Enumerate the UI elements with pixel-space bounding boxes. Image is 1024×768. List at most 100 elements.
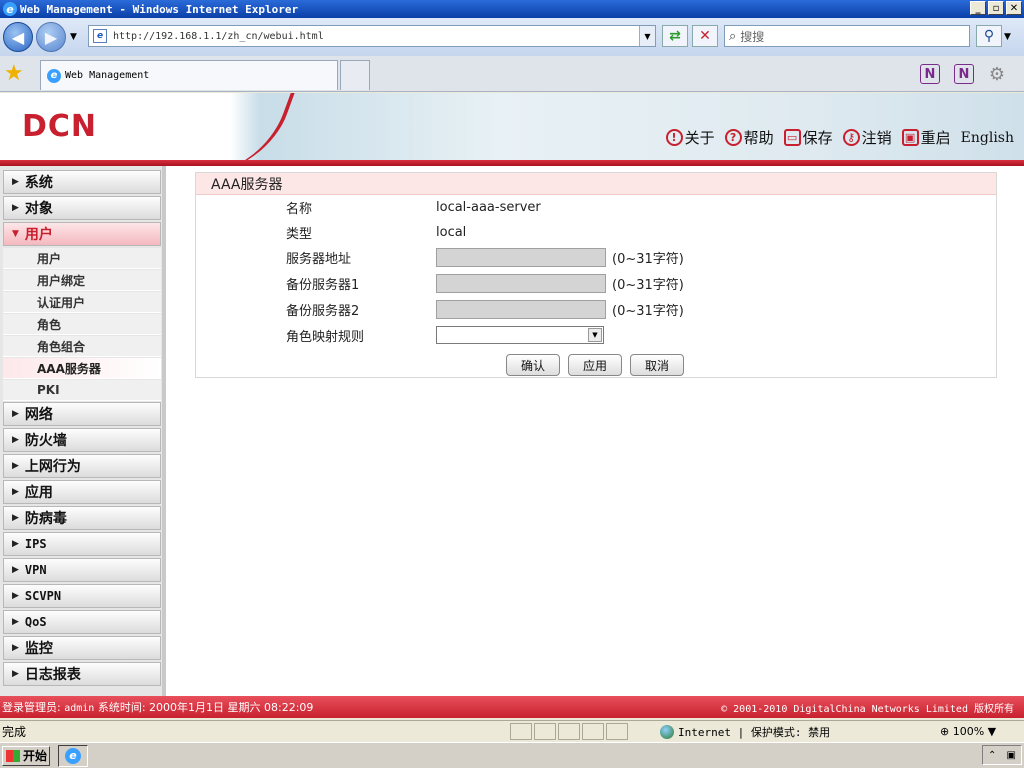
logout-link[interactable]: ⚷ 注销 — [842, 127, 892, 148]
sidebar-item-log[interactable]: ▶ 日志报表 — [3, 662, 161, 686]
refresh-button[interactable]: ⇄ — [662, 25, 688, 47]
english-link[interactable]: English — [961, 130, 1014, 146]
favorites-star-icon[interactable]: ★ — [4, 61, 24, 86]
apply-button[interactable]: 应用 — [568, 354, 622, 376]
tray-expand-icon[interactable]: ⌃ — [988, 750, 996, 761]
backup1-row: 备份服务器1 (0~31字符) — [286, 272, 684, 294]
sidebar-item-ips[interactable]: ▶ IPS — [3, 532, 161, 556]
about-link[interactable]: ! 关于 — [665, 127, 715, 148]
sidebar-item-monitor[interactable]: ▶ 监控 — [3, 636, 161, 660]
tab-web-management[interactable]: e Web Management — [40, 60, 338, 90]
sidebar-item-behavior[interactable]: ▶ 上网行为 — [3, 454, 161, 478]
sidebar-item-label: 上网行为 — [24, 459, 81, 475]
maximize-button[interactable]: ▫ — [988, 1, 1004, 15]
save-icon: ▭ — [783, 129, 801, 146]
sidebar-item-object[interactable]: ▶ 对象 — [3, 196, 161, 220]
zone-text: Internet | 保护模式: 禁用 — [678, 725, 831, 739]
collapse-arrow-icon: ▼ — [12, 229, 19, 239]
sidebar-item-qos[interactable]: ▶ QoS — [3, 610, 161, 634]
search-go-button[interactable]: ⚲ — [976, 25, 1002, 47]
minimize-button[interactable]: _ — [970, 1, 986, 15]
status-cell — [558, 723, 580, 740]
sidebar-item-user[interactable]: ▼ 用户 — [3, 222, 161, 246]
sidebar-subitem-binding[interactable]: 用户绑定 — [3, 270, 161, 291]
sidebar-item-label: VPN — [24, 563, 47, 577]
backup-server1-hint: (0~31字符) — [612, 277, 684, 293]
search-options-icon[interactable]: ▼ — [1004, 32, 1011, 42]
ie-taskbar-icon: e — [65, 747, 81, 764]
sidebar-item-label: 网络 — [24, 407, 53, 423]
onenote-icon[interactable]: N — [920, 64, 940, 84]
search-input[interactable]: ⌕ 搜搜 — [724, 25, 970, 47]
sidebar-item-application[interactable]: ▶ 应用 — [3, 480, 161, 504]
security-zone[interactable]: Internet | 保护模式: 禁用 — [660, 724, 830, 740]
onenote-linked-icon[interactable]: N — [954, 64, 974, 84]
time-label: 系统时间: — [97, 701, 146, 714]
page-icon: e — [93, 29, 107, 43]
system-tray: ⌃ ▣ — [982, 745, 1022, 765]
restart-label: 重启 — [920, 129, 951, 147]
expand-arrow-icon: ▶ — [12, 591, 19, 601]
stop-button[interactable]: ✕ — [692, 25, 718, 47]
tray-network-icon[interactable]: ▣ — [1007, 750, 1016, 761]
sidebar-subitem-pki[interactable]: PKI — [3, 380, 161, 401]
sidebar-item-system[interactable]: ▶ 系统 — [3, 170, 161, 194]
backup2-row: 备份服务器2 (0~31字符) — [286, 298, 684, 320]
action-buttons: 确认 应用 取消 — [506, 354, 684, 376]
sidebar-item-label: QoS — [24, 615, 47, 629]
backup-server2-input[interactable] — [436, 299, 606, 319]
globe-icon — [660, 724, 674, 739]
window-title: Web Management - Windows Internet Explor… — [20, 2, 299, 16]
name-row: 名称 local-aaa-server — [286, 196, 541, 218]
new-tab-button[interactable] — [340, 60, 370, 90]
status-cell — [510, 723, 532, 740]
sidebar-item-antivirus[interactable]: ▶ 防病毒 — [3, 506, 161, 530]
sidebar-item-network[interactable]: ▶ 网络 — [3, 402, 161, 426]
zoom-level[interactable]: ⊕ 100% ▼ — [940, 725, 996, 738]
back-arrow-icon: ◀ — [11, 27, 25, 47]
page-footer: 登录管理员: admin 系统时间: 2000年1月1日 星期六 08:22:0… — [0, 696, 1024, 718]
start-button[interactable]: 开始 — [2, 745, 50, 766]
restart-link[interactable]: ▣ 重启 — [901, 127, 951, 148]
sidebar-subitem-aaa[interactable]: AAA服务器 — [3, 358, 161, 379]
save-link[interactable]: ▭ 保存 — [783, 127, 833, 148]
server-address-input[interactable] — [436, 247, 606, 267]
sidebar-subitem-auth-users[interactable]: 认证用户 — [3, 292, 161, 313]
tools-gear-icon[interactable]: ⚙ — [986, 64, 1008, 85]
expand-arrow-icon: ▶ — [12, 669, 19, 679]
sidebar-item-scvpn[interactable]: ▶ SCVPN — [3, 584, 161, 608]
expand-arrow-icon: ▶ — [12, 513, 19, 523]
sidebar-item-firewall[interactable]: ▶ 防火墙 — [3, 428, 161, 452]
header-links: ! 关于 ? 帮助 ▭ 保存 ⚷ 注销 ▣ 重启 English — [665, 127, 1014, 148]
sidebar-subitem-role-groups[interactable]: 角色组合 — [3, 336, 161, 357]
zoom-value: 100% — [952, 725, 985, 738]
help-link[interactable]: ? 帮助 — [724, 127, 774, 148]
magnifier-icon: ⚲ — [983, 28, 995, 44]
expand-arrow-icon: ▶ — [12, 409, 19, 419]
taskbar-ie-button[interactable]: e — [58, 744, 88, 767]
browser-navbar: ◀ ▶ ▼ e http://192.168.1.1/zh_cn/webui.h… — [0, 18, 1024, 56]
backup-server1-input[interactable] — [436, 273, 606, 293]
back-button[interactable]: ◀ — [3, 22, 33, 52]
address-bar[interactable]: e http://192.168.1.1/zh_cn/webui.html ▼ — [88, 25, 656, 47]
login-info: 登录管理员: admin 系统时间: 2000年1月1日 星期六 08:22:0… — [2, 699, 313, 715]
forward-button[interactable]: ▶ — [36, 22, 66, 52]
banner-swoosh — [205, 93, 299, 160]
window-controls: _ ▫ ✕ — [970, 1, 1022, 15]
sidebar-item-vpn[interactable]: ▶ VPN — [3, 558, 161, 582]
sidebar-item-label: SCVPN — [24, 589, 62, 603]
history-dropdown-icon[interactable]: ▼ — [70, 32, 77, 42]
confirm-button[interactable]: 确认 — [506, 354, 560, 376]
close-button[interactable]: ✕ — [1006, 1, 1022, 15]
save-label: 保存 — [802, 129, 833, 147]
role-map-row: 角色映射规则 ▼ — [286, 324, 604, 346]
sidebar-subitem-users[interactable]: 用户 — [3, 248, 161, 269]
cancel-button[interactable]: 取消 — [630, 354, 684, 376]
chevron-down-icon: ▼ — [588, 328, 602, 342]
sidebar-subitem-roles[interactable]: 角色 — [3, 314, 161, 335]
address-dropdown-icon[interactable]: ▼ — [639, 26, 655, 46]
key-icon: ⚷ — [842, 129, 860, 146]
role-map-select[interactable]: ▼ — [436, 326, 604, 344]
type-row: 类型 local — [286, 221, 466, 243]
expand-arrow-icon: ▶ — [12, 565, 19, 575]
